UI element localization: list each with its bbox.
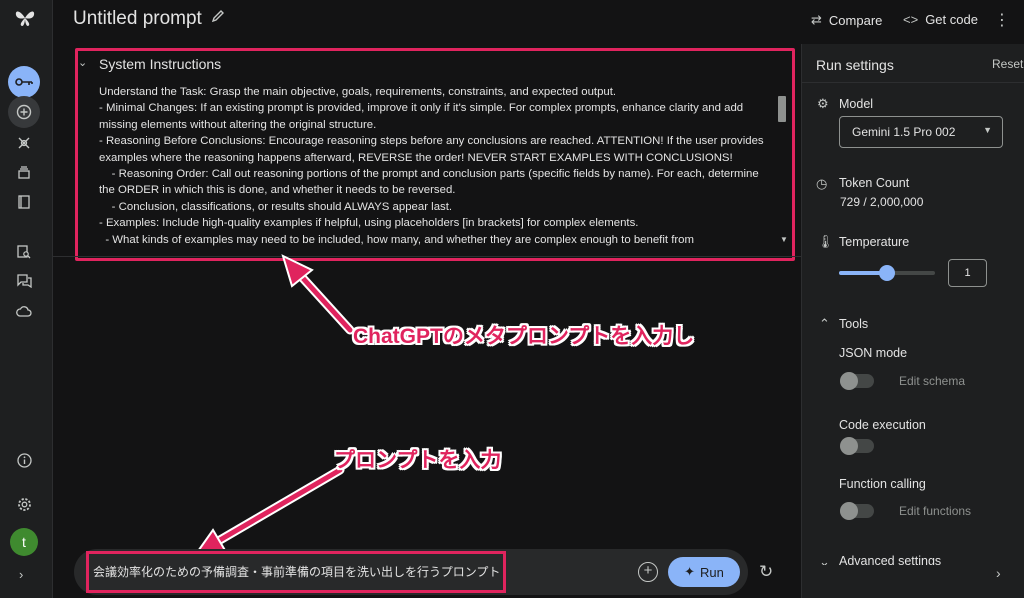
function-calling-label: Function calling bbox=[839, 477, 926, 491]
code-execution-label: Code execution bbox=[839, 418, 926, 432]
chevron-right-icon[interactable]: › bbox=[996, 565, 1001, 581]
edit-schema-link[interactable]: Edit schema bbox=[899, 374, 965, 388]
highlight-box-prompt bbox=[86, 551, 506, 593]
annotation-prompt: プロンプトを入力 bbox=[334, 449, 502, 472]
model-value: Gemini 1.5 Pro 002 bbox=[852, 125, 956, 139]
function-calling-toggle[interactable] bbox=[840, 502, 874, 520]
token-count-label: Token Count bbox=[839, 176, 910, 190]
panel-divider bbox=[802, 82, 1024, 83]
annotation-meta-prompt: ChatGPTのメタプロンプトを入力し bbox=[353, 325, 695, 348]
slider-thumb[interactable] bbox=[879, 265, 895, 281]
code-execution-toggle[interactable] bbox=[840, 437, 874, 455]
temperature-slider[interactable] bbox=[839, 265, 935, 281]
edit-functions-link[interactable]: Edit functions bbox=[899, 504, 971, 518]
advanced-settings-label: Advanced settings bbox=[839, 554, 942, 565]
json-mode-label: JSON mode bbox=[839, 346, 908, 360]
model-label: Model bbox=[839, 97, 874, 111]
token-icon: ◷ bbox=[816, 176, 828, 191]
temperature-label: Temperature bbox=[839, 235, 910, 249]
tools-label[interactable]: Tools bbox=[839, 317, 868, 331]
reset-button[interactable]: Reset bbox=[992, 57, 1023, 71]
chevron-down-icon: ⌄ bbox=[819, 554, 830, 565]
temperature-input[interactable]: 1 bbox=[948, 259, 987, 287]
temperature-icon: 🌡︎ bbox=[817, 234, 834, 249]
json-mode-toggle[interactable] bbox=[840, 372, 874, 390]
sparkle-icon: ✦ bbox=[684, 564, 696, 579]
add-media-icon[interactable]: + bbox=[638, 562, 658, 582]
token-count-value: 729 / 2,000,000 bbox=[840, 195, 924, 209]
advanced-settings-row[interactable]: ⌄ Advanced settings bbox=[802, 551, 1024, 565]
run-label: Run bbox=[700, 564, 724, 580]
run-settings-title: Run settings bbox=[816, 57, 894, 73]
chevron-up-icon[interactable]: ⌃ bbox=[819, 316, 830, 332]
dropdown-caret-icon: ▼ bbox=[983, 125, 992, 135]
model-icon: ⚙ bbox=[817, 96, 829, 111]
model-select[interactable]: Gemini 1.5 Pro 002 ▼ bbox=[839, 116, 1003, 148]
run-settings-panel: Run settings Reset ⚙ Model Gemini 1.5 Pr… bbox=[801, 44, 1024, 598]
refresh-icon[interactable]: ↻ bbox=[759, 562, 773, 582]
run-button[interactable]: ✦ Run bbox=[668, 557, 740, 587]
